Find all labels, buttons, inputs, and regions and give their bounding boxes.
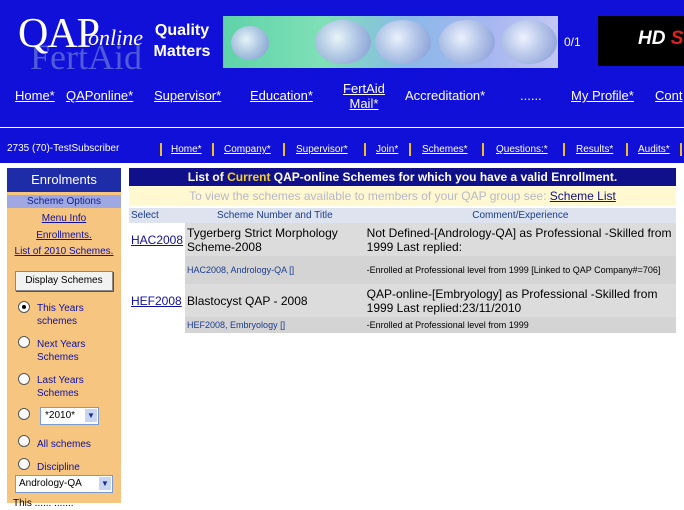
table-header-row: Select Scheme Number and Title Comment/E… <box>129 208 676 223</box>
nav-fertaid-mail[interactable]: FertAid Mail* <box>343 81 385 111</box>
chevron-down-icon: ▼ <box>85 409 97 422</box>
cell-image <box>501 20 557 64</box>
column-header: Select <box>129 208 186 223</box>
scheme-list-hint: To view the schemes available to members… <box>129 186 676 206</box>
scheme-comment: Not Defined-[Andrology-QA] as Profession… <box>364 223 676 256</box>
nav-separator <box>160 143 162 156</box>
subscriber-label: 2735 (70)-TestSubscriber <box>7 143 120 154</box>
scheme-options-label: Scheme Options <box>7 195 121 208</box>
sidebar-footer-text: This ...... ....... <box>13 498 74 509</box>
radio-label: All schemes <box>37 439 91 450</box>
list-2010-schemes-link[interactable]: List of 2010 Schemes. <box>7 246 121 257</box>
scheme-sub-code: HEF2008, Embryology [] <box>185 317 365 333</box>
radio-last-years[interactable] <box>18 373 30 385</box>
subnav-join[interactable]: Join* <box>376 144 398 155</box>
header-divider <box>0 127 684 128</box>
scheme-sub-comment: -Enrolled at Professional level from 199… <box>364 256 676 284</box>
nav-separator <box>283 143 285 156</box>
enrolments-sidebar: Enrolments Scheme Options Menu Info Enro… <box>7 168 121 509</box>
scheme-code-link[interactable]: HEF2008 <box>131 294 182 308</box>
nav-separator <box>364 143 366 156</box>
nav-separator <box>563 143 565 156</box>
scheme-comment: QAP-online-[Embryology] as Professional … <box>364 284 676 317</box>
scheme-sub-code: HAC2008, Andrology-QA [] <box>185 256 365 284</box>
table-row: HAC2008 Tygerberg Strict Morphology Sche… <box>129 223 676 256</box>
banner-counter: 0/1 <box>564 35 581 49</box>
subnav-questions[interactable]: Questions:* <box>496 144 548 155</box>
column-header: Comment/Experience <box>364 208 676 223</box>
subnav-audits[interactable]: Audits* <box>638 144 670 155</box>
nav-my-profile[interactable]: My Profile* <box>571 88 634 103</box>
nav-supervisor[interactable]: Supervisor* <box>154 88 221 103</box>
tagline-line1: Quality <box>154 22 210 39</box>
discipline-select[interactable]: Andrology-QA ▼ <box>15 475 113 493</box>
logo-online: online <box>88 25 143 50</box>
table-row: HEF2008 Blastocyst QAP - 2008 QAP-online… <box>129 284 676 317</box>
cell-image <box>315 20 371 64</box>
nav-separator <box>680 143 682 156</box>
radio-year[interactable] <box>18 408 30 420</box>
nav-qaponline[interactable]: QAPonline* <box>66 88 133 103</box>
nav-home[interactable]: Home* <box>15 88 55 103</box>
scheme-title: Tygerberg Strict Morphology Scheme-2008 <box>185 223 365 256</box>
display-schemes-button[interactable]: Display Schemes <box>15 271 113 291</box>
subnav-supervisor[interactable]: Supervisor* <box>296 144 348 155</box>
cell-image <box>375 20 431 64</box>
radio-discipline[interactable] <box>18 458 30 470</box>
scheme-code-link[interactable]: HAC2008 <box>131 233 183 247</box>
radio-all-schemes[interactable] <box>18 435 30 447</box>
subnav-company[interactable]: Company* <box>224 144 271 155</box>
subnav-schemes[interactable]: Schemes* <box>422 144 468 155</box>
qap-fertaid-logo[interactable]: FertAid QAP online <box>18 11 143 76</box>
radio-label: This Years schemes <box>37 303 84 327</box>
column-header: Scheme Number and Title <box>185 208 365 223</box>
table-row: HEF2008, Embryology [] -Enrolled at Prof… <box>129 317 676 333</box>
nav-separator <box>626 143 628 156</box>
table-row: HAC2008, Andrology-QA [] -Enrolled at Pr… <box>129 256 676 284</box>
nav-more[interactable]: ...... <box>520 88 542 103</box>
nav-separator <box>212 143 214 156</box>
sidebar-title: Enrolments <box>7 168 121 192</box>
tagline: Quality Matters <box>146 20 218 62</box>
nav-separator <box>409 143 411 156</box>
scheme-sub-comment: -Enrolled at Professional level from 199… <box>364 317 676 333</box>
nav-separator <box>482 143 484 156</box>
radio-label: Next Years Schemes <box>37 339 86 363</box>
nav-accreditation[interactable]: Accreditation* <box>405 88 485 103</box>
hd-ad-banner[interactable]: HD Sc <box>598 16 684 66</box>
subnav-home[interactable]: Home* <box>171 144 202 155</box>
embryo-banner-image <box>223 16 558 68</box>
chevron-down-icon: ▼ <box>99 477 111 490</box>
year-select-value: *2010* <box>45 410 76 421</box>
hd-ad-text: HD Sc <box>638 28 684 49</box>
enrollments-link[interactable]: Enrollments. <box>7 230 121 241</box>
radio-label: Discipline <box>37 462 80 473</box>
nav-contact[interactable]: Cont <box>655 88 682 103</box>
scheme-list-link[interactable]: Scheme List <box>550 189 616 203</box>
site-header: FertAid QAP online Quality Matters 0/1 H… <box>0 0 684 163</box>
year-select[interactable]: *2010* ▼ <box>40 407 99 425</box>
tagline-line2: Matters <box>153 43 211 60</box>
enrollment-list-title: List of Current QAP-online Schemes for w… <box>129 168 676 186</box>
nav-education[interactable]: Education* <box>250 88 313 103</box>
enrollment-table: Select Scheme Number and Title Comment/E… <box>129 208 676 333</box>
sub-nav: 2735 (70)-TestSubscriber Home* Company* … <box>0 143 684 157</box>
cell-image <box>439 20 495 64</box>
discipline-select-value: Andrology-QA <box>19 478 82 489</box>
radio-next-years[interactable] <box>18 336 30 348</box>
scheme-title: Blastocyst QAP - 2008 <box>185 284 365 317</box>
radio-this-years[interactable] <box>18 301 30 313</box>
subnav-results[interactable]: Results* <box>576 144 613 155</box>
menu-info-link[interactable]: Menu Info <box>7 213 121 224</box>
logo-qap: QAP <box>18 11 100 57</box>
radio-label: Last Years Schemes <box>37 375 84 399</box>
cell-image <box>231 26 269 60</box>
